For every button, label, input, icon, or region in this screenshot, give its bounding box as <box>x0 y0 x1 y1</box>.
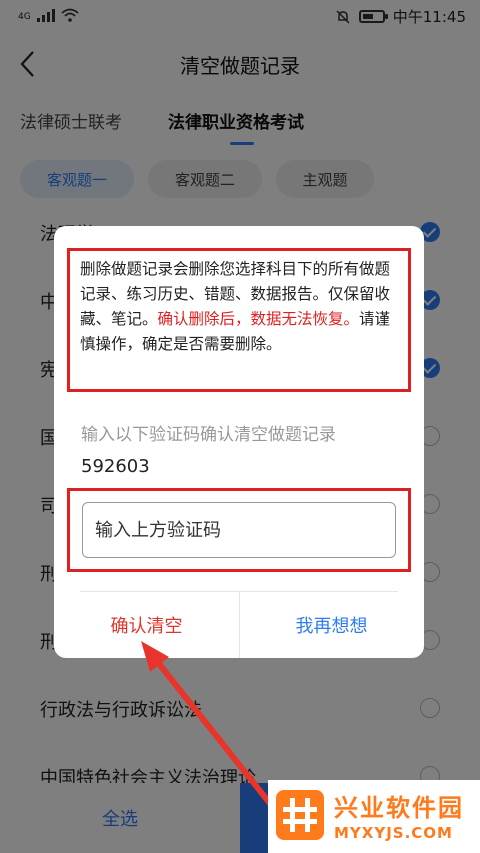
cancel-button[interactable]: 我再想想 <box>239 592 424 658</box>
verification-code: 592603 <box>81 456 150 477</box>
verification-prompt: 输入以下验证码确认清空做题记录 <box>81 425 336 445</box>
verification-code-input[interactable] <box>82 502 396 558</box>
watermark: 兴业软件园 MYXYJS.COM <box>268 780 480 853</box>
warning-message: 删除做题记录会删除您选择科目下的所有做题记录、练习历史、错题、数据报告。仅保留收… <box>67 248 411 392</box>
watermark-title: 兴业软件园 <box>334 794 464 822</box>
watermark-subtitle: MYXYJS.COM <box>334 824 453 842</box>
warning-text-red: 确认删除后，数据无法恢复。 <box>157 310 360 328</box>
confirm-clear-button[interactable]: 确认清空 <box>54 592 239 658</box>
confirm-clear-dialog: 删除做题记录会删除您选择科目下的所有做题记录、练习历史、错题、数据报告。仅保留收… <box>54 226 424 658</box>
input-highlight-frame <box>67 488 411 572</box>
watermark-logo-icon <box>276 790 324 840</box>
